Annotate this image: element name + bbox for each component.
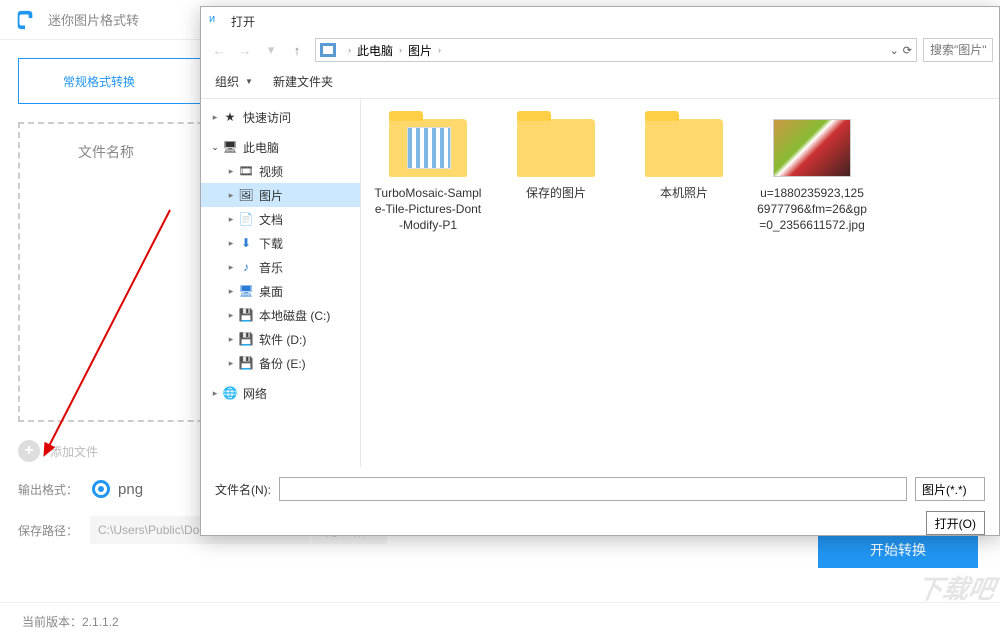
search-box[interactable] [923, 38, 993, 62]
chevron-right-icon: › [438, 45, 441, 55]
filename-input[interactable] [279, 477, 907, 501]
network-icon: 🌐 [221, 386, 239, 400]
refresh-icon[interactable]: ⟳ [903, 44, 912, 57]
tree-desktop[interactable]: ▸🖥桌面 [201, 279, 360, 303]
tree-label: 此电脑 [243, 139, 279, 156]
file-type-filter[interactable]: 图片(*.*) [915, 477, 985, 501]
nav-recent-button[interactable]: ▾ [259, 38, 283, 62]
documents-icon: 📄 [237, 212, 255, 226]
file-label: u=1880235923,1256977796&fm=26&gp=0_23566… [757, 185, 867, 234]
tree-documents[interactable]: ▸📄文档 [201, 207, 360, 231]
pc-icon: 🖥 [221, 140, 239, 154]
drive-icon: 💾 [237, 308, 255, 322]
toolbar-new-folder[interactable]: 新建文件夹 [273, 73, 333, 90]
tree-disk-e[interactable]: ▸💾备份 (E:) [201, 351, 360, 375]
file-item[interactable]: 本机照片 [629, 119, 739, 201]
version-value: 2.1.1.2 [82, 615, 119, 629]
folder-icon [517, 119, 595, 177]
dialog-titlebar: ᴎ 打开 [201, 7, 999, 35]
star-icon: ★ [221, 110, 239, 124]
breadcrumb-current[interactable]: 图片 [408, 42, 432, 59]
tree-music[interactable]: ▸♪音乐 [201, 255, 360, 279]
drive-icon: 💾 [237, 356, 255, 370]
tab-label: 常规格式转换 [63, 73, 135, 90]
tree-downloads[interactable]: ▸⬇下载 [201, 231, 360, 255]
toolbar-organize[interactable]: 组织 ▼ [215, 73, 253, 90]
tree-label: 文档 [259, 211, 283, 228]
chevron-right-icon: › [348, 45, 351, 55]
plus-icon: + [18, 440, 40, 462]
nav-forward-button[interactable]: → [233, 38, 257, 62]
breadcrumb-root[interactable]: 此电脑 [357, 42, 393, 59]
search-input[interactable] [930, 43, 986, 57]
toolbar-organize-label: 组织 [215, 73, 239, 90]
tree-disk-c[interactable]: ▸💾本地磁盘 (C:) [201, 303, 360, 327]
dialog-nav-bar: ← → ▾ ↑ › 此电脑 › 图片 › ⌄ ⟳ [201, 35, 999, 65]
column-header-filename: 文件名称 [78, 142, 134, 162]
file-label: TurboMosaic-Sample-Tile-Pictures-Dont-Mo… [373, 185, 483, 234]
app-title: 迷你图片格式转 [48, 10, 139, 29]
filter-label: 图片(*.*) [922, 481, 967, 498]
tree-label: 图片 [259, 187, 283, 204]
dialog-body: ▸★快速访问 ⌄🖥此电脑 ▸🎞视频 ▸🖼图片 ▸📄文档 ▸⬇下载 ▸♪音乐 ▸🖥… [201, 99, 999, 467]
app-logo-icon [14, 9, 36, 31]
chevron-right-icon: › [399, 45, 402, 55]
folder-icon [389, 119, 467, 177]
tree-label: 网络 [243, 385, 267, 402]
watermark: 下载吧 [914, 569, 999, 606]
file-item[interactable]: 保存的图片 [501, 119, 611, 201]
dialog-title: 打开 [231, 13, 255, 30]
music-icon: ♪ [237, 260, 255, 274]
open-button-label: 打开(O) [935, 515, 976, 532]
nav-up-button[interactable]: ↑ [285, 38, 309, 62]
tree-label: 音乐 [259, 259, 283, 276]
dialog-footer: 文件名(N): 图片(*.*) 打开(O) [201, 467, 999, 535]
tree-pictures[interactable]: ▸🖼图片 [201, 183, 360, 207]
downloads-icon: ⬇ [237, 236, 255, 250]
tree-videos[interactable]: ▸🎞视频 [201, 159, 360, 183]
pictures-icon: 🖼 [237, 188, 255, 202]
tree-label: 视频 [259, 163, 283, 180]
file-open-dialog: ᴎ 打开 ← → ▾ ↑ › 此电脑 › 图片 › ⌄⟳ 组织▼ 新建文件夹 ▸… [200, 6, 1000, 536]
tree-network[interactable]: ▸🌐网络 [201, 381, 360, 405]
breadcrumb-bar[interactable]: › 此电脑 › 图片 › ⌄ ⟳ [315, 38, 917, 62]
filename-label: 文件名(N): [215, 481, 271, 498]
file-label: 保存的图片 [526, 185, 586, 201]
tree-label: 本地磁盘 (C:) [259, 307, 330, 324]
file-item[interactable]: u=1880235923,1256977796&fm=26&gp=0_23566… [757, 119, 867, 234]
drive-icon: 💾 [237, 332, 255, 346]
start-convert-button[interactable]: 开始转换 [818, 532, 978, 568]
file-item[interactable]: TurboMosaic-Sample-Tile-Pictures-Dont-Mo… [373, 119, 483, 234]
open-button[interactable]: 打开(O) [926, 511, 985, 535]
tree-label: 快速访问 [243, 109, 291, 126]
dialog-toolbar: 组织 ▼ 新建文件夹 [201, 65, 999, 99]
tree-quick-access[interactable]: ▸★快速访问 [201, 105, 360, 129]
save-path-label: 保存路径： [18, 522, 78, 539]
radio-png[interactable] [92, 480, 110, 498]
tree-this-pc[interactable]: ⌄🖥此电脑 [201, 135, 360, 159]
tree-label: 下载 [259, 235, 283, 252]
video-icon: 🎞 [237, 164, 255, 178]
version-bar: 当前版本： 2.1.1.2 [0, 602, 1000, 640]
tree-label: 桌面 [259, 283, 283, 300]
chevron-down-icon: ▼ [245, 77, 253, 86]
toolbar-new-folder-label: 新建文件夹 [273, 73, 333, 90]
chevron-down-icon[interactable]: ⌄ [890, 44, 899, 57]
dialog-app-icon: ᴎ [209, 13, 225, 29]
nav-back-button[interactable]: ← [207, 38, 231, 62]
pc-icon [320, 43, 336, 57]
tree-disk-d[interactable]: ▸💾软件 (D:) [201, 327, 360, 351]
version-label: 当前版本： [22, 613, 82, 630]
file-label: 本机照片 [660, 185, 708, 201]
folder-icon [645, 119, 723, 177]
nav-tree: ▸★快速访问 ⌄🖥此电脑 ▸🎞视频 ▸🖼图片 ▸📄文档 ▸⬇下载 ▸♪音乐 ▸🖥… [201, 99, 361, 467]
tree-label: 软件 (D:) [259, 331, 306, 348]
tree-label: 备份 (E:) [259, 355, 306, 372]
output-format-value: png [118, 481, 143, 498]
desktop-icon: 🖥 [237, 284, 255, 298]
output-format-label: 输出格式： [18, 481, 78, 498]
file-list: TurboMosaic-Sample-Tile-Pictures-Dont-Mo… [361, 99, 999, 467]
image-thumbnail [773, 119, 851, 177]
add-file-label: 添加文件 [50, 443, 98, 460]
